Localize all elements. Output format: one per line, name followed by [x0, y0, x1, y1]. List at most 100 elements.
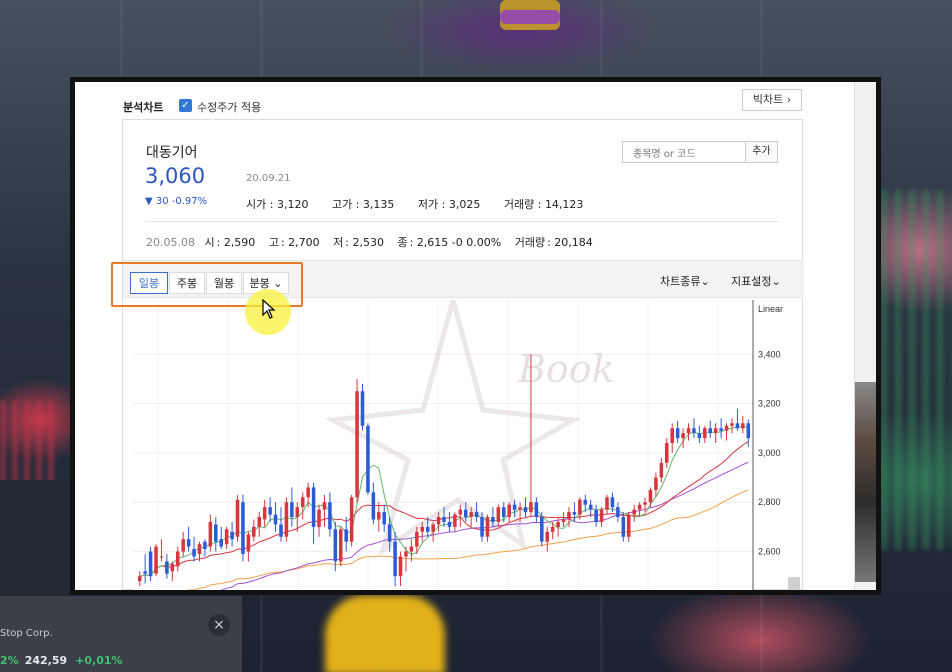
- candle-body: [284, 502, 289, 537]
- candle-body: [235, 499, 240, 537]
- candle-body: [529, 502, 533, 513]
- y-tick-label: 3,400: [758, 349, 781, 359]
- candle-body: [594, 509, 598, 522]
- candle-body: [230, 531, 234, 540]
- candle-body: [300, 497, 305, 508]
- candle-body: [741, 423, 745, 429]
- candle-body: [567, 512, 571, 520]
- hover-candle-info: 20.05.08 시: 2,590 고: 2,700 저: 2,530 종: 2…: [146, 236, 593, 249]
- candle-body: [355, 391, 359, 498]
- candle-body: [415, 531, 419, 547]
- candle-body: [170, 563, 175, 572]
- candle-body: [447, 521, 452, 527]
- candle-body: [349, 497, 354, 542]
- candle-body: [588, 504, 593, 510]
- candle-body: [648, 489, 653, 503]
- chart-page: 분석차트 ✓ 수정주가 적용 빅차트 › 대동기어 3,060 ▼ 30 -0.…: [75, 82, 876, 590]
- candle-body: [317, 509, 321, 527]
- candle-body: [208, 521, 213, 547]
- candle-body: [371, 492, 376, 520]
- candle-body: [252, 526, 256, 537]
- background-monitor: [0, 480, 70, 596]
- adjusted-price-checkbox[interactable]: ✓: [179, 99, 192, 112]
- candle-body: [262, 507, 267, 520]
- candle-body: [491, 517, 495, 522]
- candle-body: [290, 502, 294, 518]
- candle-body: [181, 539, 185, 552]
- candle-body: [279, 524, 283, 537]
- candle-body: [192, 549, 196, 557]
- y-tick-label: 2,600: [758, 547, 781, 557]
- candle-body: [654, 477, 658, 490]
- add-stock-button[interactable]: 추가: [745, 142, 777, 162]
- background-ticker-window: × Stop Corp. 2% 242,59 +0,01%: [0, 596, 242, 672]
- price-change: ▼ 30 -0.97%: [145, 196, 208, 207]
- candle-body: [561, 519, 566, 522]
- candle-body: [534, 502, 539, 518]
- candle-body: [578, 499, 582, 515]
- candle-body: [360, 391, 365, 426]
- candle-body: [137, 576, 142, 582]
- candle-body: [496, 507, 501, 522]
- candle-body: [713, 428, 718, 434]
- quote-date: 20.09.21: [246, 173, 291, 184]
- candle-body: [703, 428, 707, 439]
- candle-body: [219, 539, 223, 547]
- candle-body: [387, 524, 392, 542]
- candle-body: [257, 517, 262, 527]
- indicator-settings-dropdown[interactable]: 지표설정⌄: [731, 273, 781, 289]
- candle-body: [502, 507, 506, 518]
- ticker-name: Stop Corp.: [0, 628, 53, 639]
- candle-body: [708, 428, 713, 434]
- candle-body: [398, 556, 403, 577]
- big-chart-button[interactable]: 빅차트 ›: [742, 89, 802, 111]
- candle-body: [632, 509, 636, 515]
- stock-search-input[interactable]: [623, 144, 746, 165]
- candle-body: [659, 462, 664, 478]
- candle-body: [637, 504, 642, 510]
- scale-label: Linear: [758, 304, 783, 314]
- chart-type-dropdown[interactable]: 차트종류⌄: [660, 273, 710, 289]
- candle-body: [540, 517, 544, 542]
- candle-body: [518, 507, 522, 510]
- candle-body: [295, 507, 300, 518]
- adjusted-price-label[interactable]: 수정주가 적용: [197, 99, 261, 115]
- candle-body: [523, 507, 528, 513]
- screenshot-frame: 분석차트 ✓ 수정주가 적용 빅차트 › 대동기어 3,060 ▼ 30 -0.…: [70, 77, 881, 595]
- candle-body: [610, 497, 615, 508]
- candle-body: [143, 571, 147, 574]
- candle-body: [409, 546, 414, 552]
- ticker-values: 2% 242,59 +0,01%: [0, 654, 123, 667]
- candle-body: [735, 423, 740, 429]
- candle-body: [599, 509, 604, 522]
- candle-body: [404, 551, 408, 557]
- candle-body: [377, 512, 381, 520]
- current-price: 3,060: [145, 164, 206, 188]
- candle-body: [165, 561, 169, 574]
- candle-body: [686, 428, 691, 434]
- candle-body: [442, 517, 446, 522]
- y-tick-label: 3,200: [758, 399, 781, 409]
- candle-body: [203, 541, 207, 550]
- candle-body: [431, 524, 435, 532]
- candle-body: [474, 512, 479, 518]
- candle-body: [463, 509, 468, 518]
- candle-body: [366, 425, 370, 493]
- candle-body: [621, 517, 626, 537]
- scrollbar-thumb: [788, 577, 800, 590]
- candle-body: [485, 517, 490, 537]
- analysis-topbar: 분석차트 ✓ 수정주가 적용: [123, 96, 803, 116]
- candle-body: [393, 541, 397, 577]
- candle-body: [719, 428, 723, 431]
- stock-search: 추가: [622, 141, 778, 165]
- candle-body: [246, 534, 251, 552]
- candle-body: [453, 514, 457, 527]
- candle-body: [268, 507, 272, 515]
- close-icon: ×: [208, 614, 230, 636]
- candlestick-chart[interactable]: Book Linear 3,400 3,200 3,000 2,800 2,600: [123, 300, 804, 590]
- candle-body: [480, 517, 484, 537]
- candle-body: [681, 433, 685, 439]
- candle-body: [605, 497, 609, 510]
- candle-body: [420, 526, 425, 532]
- candle-body: [333, 529, 338, 562]
